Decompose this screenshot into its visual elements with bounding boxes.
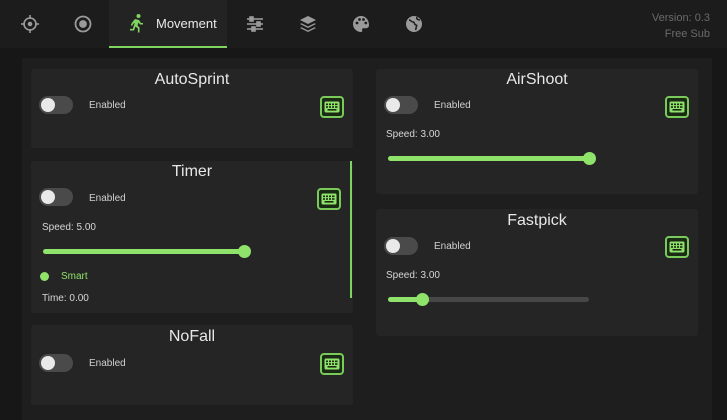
time-label: Time: 0.00	[42, 293, 89, 304]
keyboard-icon	[324, 358, 340, 370]
card-timer: Timer Enabled Speed: 5.00 Smart Time: 0.…	[31, 161, 353, 313]
enabled-toggle[interactable]	[39, 96, 73, 114]
speed-slider[interactable]	[43, 245, 251, 258]
sliders-icon[interactable]	[243, 12, 267, 36]
speed-label: Speed: 3.00	[386, 129, 440, 140]
enabled-toggle[interactable]	[384, 96, 418, 114]
slider-fill	[388, 156, 589, 161]
enabled-label: Enabled	[434, 100, 471, 111]
card-title: Timer	[171, 163, 213, 180]
card-title: Fastpick	[507, 212, 567, 229]
toggle-knob	[386, 98, 400, 112]
running-person-icon	[130, 14, 143, 33]
version-label: Version: 0.3	[651, 12, 710, 24]
top-nav: Movement Version: 0.3 Free Sub	[0, 0, 727, 48]
edition-label: Free Sub	[664, 28, 710, 40]
slider-thumb[interactable]	[416, 293, 430, 306]
card-title: AirShoot	[506, 71, 568, 88]
card-title: AutoSprint	[154, 71, 230, 88]
tab-movement-label: Movement	[156, 15, 217, 31]
enabled-toggle[interactable]	[39, 354, 73, 372]
enabled-label: Enabled	[89, 193, 126, 204]
toggle-knob	[386, 239, 400, 253]
crosshair-icon[interactable]	[18, 12, 42, 36]
card-title: NoFall	[168, 328, 216, 345]
enabled-label: Enabled	[89, 100, 126, 111]
palette-icon[interactable]	[349, 12, 373, 36]
speed-slider[interactable]	[388, 293, 589, 306]
enabled-label: Enabled	[434, 241, 471, 252]
keybind-button[interactable]	[320, 353, 344, 375]
smart-label: Smart	[61, 271, 88, 282]
keyboard-icon	[321, 193, 337, 205]
enabled-toggle[interactable]	[39, 188, 73, 206]
slider-fill	[43, 249, 244, 254]
tab-movement[interactable]: Movement	[109, 0, 227, 48]
keybind-button[interactable]	[665, 96, 689, 118]
smart-indicator[interactable]	[40, 272, 49, 281]
card-airshoot: AirShoot Enabled Speed: 3.00	[376, 69, 698, 194]
card-autosprint: AutoSprint Enabled	[31, 69, 353, 148]
card-fastpick: Fastpick Enabled Speed: 3.00	[376, 209, 698, 336]
enabled-toggle[interactable]	[384, 237, 418, 255]
layers-icon[interactable]	[296, 12, 320, 36]
toggle-knob	[41, 98, 55, 112]
card-nofall: NoFall Enabled	[31, 325, 353, 405]
keyboard-icon	[669, 101, 685, 113]
speed-slider[interactable]	[388, 152, 596, 165]
scrollbar[interactable]	[350, 161, 352, 298]
speed-label: Speed: 3.00	[386, 270, 440, 281]
toggle-knob	[41, 190, 55, 204]
globe-icon[interactable]	[402, 12, 426, 36]
enabled-label: Enabled	[89, 358, 126, 369]
slider-thumb[interactable]	[583, 152, 596, 165]
keybind-button[interactable]	[665, 236, 689, 258]
keybind-button[interactable]	[317, 188, 341, 210]
version-info: Version: 0.3 Free Sub	[652, 10, 710, 42]
eye-icon[interactable]	[71, 12, 95, 36]
keyboard-icon	[324, 101, 340, 113]
keybind-button[interactable]	[320, 96, 344, 118]
toggle-knob	[41, 356, 55, 370]
speed-label: Speed: 5.00	[42, 222, 96, 233]
keyboard-icon	[669, 241, 685, 253]
slider-thumb[interactable]	[237, 245, 251, 258]
